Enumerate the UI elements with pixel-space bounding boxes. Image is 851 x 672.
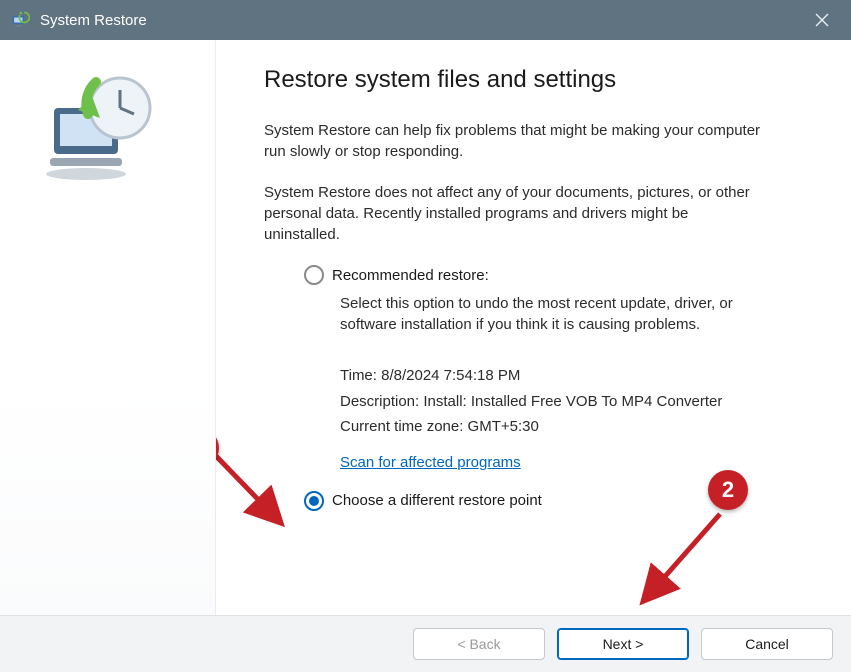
scan-affected-programs-link[interactable]: Scan for affected programs	[340, 454, 521, 471]
system-restore-window: System Restore	[0, 0, 851, 672]
option-recommended[interactable]: Recommended restore:	[304, 265, 807, 285]
option-choose-different-label: Choose a different restore point	[332, 492, 542, 509]
radio-recommended[interactable]	[304, 265, 324, 285]
restore-point-timezone: Current time zone: GMT+5:30	[340, 414, 807, 440]
wizard-body: Restore system files and settings System…	[0, 40, 851, 615]
annotation-callout-1: 1	[216, 428, 219, 468]
option-recommended-desc: Select this option to undo the most rece…	[340, 293, 770, 335]
radio-choose-different[interactable]	[304, 491, 324, 511]
wizard-footer: < Back Next > Cancel	[0, 615, 851, 672]
restore-point-info: Time: 8/8/2024 7:54:18 PM Description: I…	[340, 363, 807, 440]
restore-point-description: Description: Install: Installed Free VOB…	[340, 389, 807, 415]
page-heading: Restore system files and settings	[264, 66, 807, 94]
close-button[interactable]	[799, 0, 845, 40]
intro-paragraph-1: System Restore can help fix problems tha…	[264, 120, 764, 162]
annotation-callout-2: 2	[708, 470, 748, 510]
intro-paragraph-2: System Restore does not affect any of yo…	[264, 182, 764, 245]
annotation-arrow-2	[634, 508, 734, 608]
titlebar: System Restore	[0, 0, 851, 40]
restore-point-time: Time: 8/8/2024 7:54:18 PM	[340, 363, 807, 389]
next-button[interactable]: Next >	[557, 628, 689, 660]
cancel-button[interactable]: Cancel	[701, 628, 833, 660]
wizard-content: Restore system files and settings System…	[216, 40, 851, 615]
back-button[interactable]: < Back	[413, 628, 545, 660]
sidebar	[0, 40, 216, 615]
window-title: System Restore	[40, 12, 799, 29]
app-icon	[10, 10, 30, 30]
option-recommended-label: Recommended restore:	[332, 267, 489, 284]
system-restore-hero-icon	[38, 70, 158, 190]
